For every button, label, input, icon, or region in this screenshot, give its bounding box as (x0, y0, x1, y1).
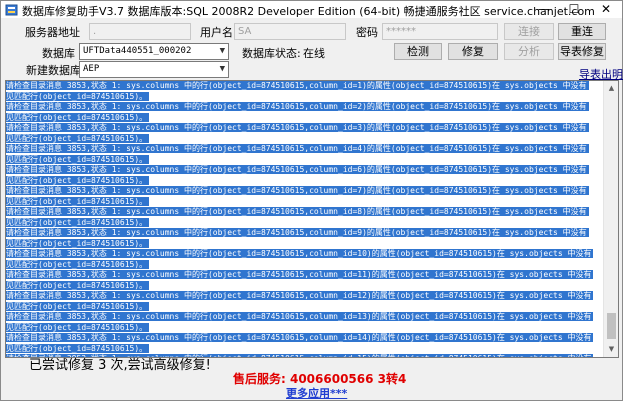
log-line-text: 见匹配行(object_id=874510615)。 (6, 154, 150, 164)
log-line: 见匹配行(object_id=874510615)。 (6, 217, 604, 229)
database-label: 数据库 (42, 47, 75, 60)
log-line: 见匹配行(object_id=874510615)。 (6, 343, 604, 355)
more-apps-link[interactable]: 更多应用*** (286, 385, 347, 401)
log-line: 请检查目录消息 3853,状态 1: sys.columns 中的行(objec… (6, 291, 604, 302)
log-line-text: 见匹配行(object_id=874510615)。 (6, 301, 150, 311)
log-line: 请检查目录消息 3853,状态 1: sys.columns 中的行(objec… (6, 144, 604, 155)
log-line-text: 请检查目录消息 3853,状态 1: sys.columns 中的行(objec… (6, 312, 594, 321)
chevron-down-icon: ▼ (219, 64, 225, 74)
log-line-text: 见匹配行(object_id=874510615)。 (6, 91, 150, 101)
close-button[interactable]: ✕ (591, 1, 621, 18)
log-line: 见匹配行(object_id=874510615)。 (6, 91, 604, 103)
log-line: 见匹配行(object_id=874510615)。 (6, 133, 604, 145)
log-line: 见匹配行(object_id=874510615)。 (6, 196, 604, 208)
log-output[interactable]: 请检查目录消息 3853,状态 1: sys.columns 中的行(objec… (5, 80, 619, 358)
new-database-select[interactable]: AEP ▼ (79, 61, 229, 78)
log-line: 请检查目录消息 3853,状态 1: sys.columns 中的行(objec… (6, 165, 604, 176)
log-line: 见匹配行(object_id=874510615)。 (6, 301, 604, 313)
log-line-text: 请检查目录消息 3853,状态 1: sys.columns 中的行(objec… (6, 291, 594, 300)
export-repair-button[interactable]: 导表修复 (558, 43, 606, 60)
database-tool-icon (5, 4, 18, 16)
connect-button[interactable]: 连接 (504, 23, 554, 40)
log-line-text: 请检查目录消息 3853,状态 1: sys.columns 中的行(objec… (6, 144, 589, 153)
repair-status-message: 已尝试修复 3 次,尝试高级修复! (29, 358, 211, 373)
log-line-text: 见匹配行(object_id=874510615)。 (6, 217, 150, 227)
log-line-text: 见匹配行(object_id=874510615)。 (6, 175, 150, 185)
log-line: 请检查目录消息 3853,状态 1: sys.columns 中的行(objec… (6, 312, 604, 323)
log-line-text: 请检查目录消息 3853,状态 1: sys.columns 中的行(objec… (6, 123, 589, 132)
check-button[interactable]: 检测 (394, 43, 442, 60)
log-line-text: 见匹配行(object_id=874510615)。 (6, 196, 150, 206)
log-line-text: 见匹配行(object_id=874510615)。 (6, 322, 150, 332)
password-field[interactable]: ****** (382, 23, 498, 40)
log-line-text: 见匹配行(object_id=874510615)。 (6, 280, 150, 290)
log-line-text: 见匹配行(object_id=874510615)。 (6, 343, 150, 353)
log-line-text: 请检查目录消息 3853,状态 1: sys.columns 中的行(objec… (6, 186, 589, 195)
log-line: 请检查目录消息 3853,状态 1: sys.columns 中的行(objec… (6, 207, 604, 218)
reconnect-button[interactable]: 重连 (558, 23, 606, 40)
log-line: 见匹配行(object_id=874510615)。 (6, 259, 604, 271)
log-line-text: 请检查目录消息 3853,状态 1: sys.columns 中的行(objec… (6, 102, 589, 111)
server-label: 服务器地址 (25, 26, 80, 39)
main-panel: 服务器地址 . 用户名 SA 密码 ****** 连接 重连 数据库 UFTDa… (1, 18, 623, 401)
log-line-text: 见匹配行(object_id=874510615)。 (6, 133, 150, 143)
app-window: 数据库修复助手V3.7 数据库版本:SQL 2008R2 Developer E… (0, 0, 623, 401)
password-label: 密码 (356, 26, 378, 39)
log-scrollbar[interactable]: ▲ ▼ (603, 81, 618, 357)
log-line-text: 见匹配行(object_id=874510615)。 (6, 259, 150, 269)
log-line-text: 见匹配行(object_id=874510615)。 (6, 238, 150, 248)
new-database-value: AEP (83, 64, 100, 74)
log-line-text: 请检查目录消息 3853,状态 1: sys.columns 中的行(objec… (6, 270, 594, 279)
log-line: 见匹配行(object_id=874510615)。 (6, 175, 604, 187)
log-text: 请检查目录消息 3853,状态 1: sys.columns 中的行(objec… (6, 81, 604, 357)
username-field[interactable]: SA (234, 23, 346, 40)
log-line-text: 请检查目录消息 3853,状态 1: sys.columns 中的行(objec… (6, 81, 589, 90)
minimize-button[interactable]: — (529, 1, 559, 18)
log-line: 请检查目录消息 3853,状态 1: sys.columns 中的行(objec… (6, 249, 604, 260)
db-status-value: 在线 (303, 47, 325, 60)
log-line: 见匹配行(object_id=874510615)。 (6, 112, 604, 124)
db-status-label: 数据库状态: (242, 47, 301, 60)
log-line: 见匹配行(object_id=874510615)。 (6, 280, 604, 292)
log-line-text: 见匹配行(object_id=874510615)。 (6, 112, 150, 122)
log-line: 见匹配行(object_id=874510615)。 (6, 322, 604, 334)
log-line: 见匹配行(object_id=874510615)。 (6, 238, 604, 250)
log-line-text: 请检查目录消息 3853,状态 1: sys.columns 中的行(objec… (6, 333, 594, 342)
maximize-button[interactable]: ☐ (559, 1, 589, 18)
new-database-label: 新建数据库 (26, 64, 81, 77)
database-value: UFTData440551_000202 (83, 46, 192, 56)
window-title: 数据库修复助手V3.7 数据库版本:SQL 2008R2 Developer E… (22, 5, 595, 18)
log-line: 请检查目录消息 3853,状态 1: sys.columns 中的行(objec… (6, 186, 604, 197)
server-field[interactable]: . (89, 23, 191, 40)
analyze-button[interactable]: 分析 (504, 43, 554, 60)
log-line: 请检查目录消息 3853,状态 1: sys.columns 中的行(objec… (6, 270, 604, 281)
log-line-text: 请检查目录消息 3853,状态 1: sys.columns 中的行(objec… (6, 249, 594, 258)
scroll-thumb[interactable] (607, 313, 616, 339)
log-line: 请检查目录消息 3853,状态 1: sys.columns 中的行(objec… (6, 333, 604, 344)
log-line: 请检查目录消息 3853,状态 1: sys.columns 中的行(objec… (6, 102, 604, 113)
log-line-text: 请检查目录消息 3853,状态 1: sys.columns 中的行(objec… (6, 228, 589, 237)
log-line: 见匹配行(object_id=874510615)。 (6, 154, 604, 166)
title-bar: 数据库修复助手V3.7 数据库版本:SQL 2008R2 Developer E… (1, 1, 622, 18)
username-label: 用户名 (200, 26, 233, 39)
log-line: 请检查目录消息 3853,状态 1: sys.columns 中的行(objec… (6, 228, 604, 239)
log-line-text: 请检查目录消息 3853,状态 1: sys.columns 中的行(objec… (6, 207, 589, 216)
chevron-down-icon: ▼ (219, 46, 225, 56)
scroll-down-arrow-icon[interactable]: ▼ (604, 342, 618, 357)
scroll-up-arrow-icon[interactable]: ▲ (604, 81, 618, 96)
log-line: 请检查目录消息 3853,状态 1: sys.columns 中的行(objec… (6, 123, 604, 134)
log-line-text: 请检查目录消息 3853,状态 1: sys.columns 中的行(objec… (6, 165, 589, 174)
log-line: 请检查目录消息 3853,状态 1: sys.columns 中的行(objec… (6, 81, 604, 92)
repair-button[interactable]: 修复 (448, 43, 498, 60)
database-select[interactable]: UFTData440551_000202 ▼ (79, 43, 229, 60)
